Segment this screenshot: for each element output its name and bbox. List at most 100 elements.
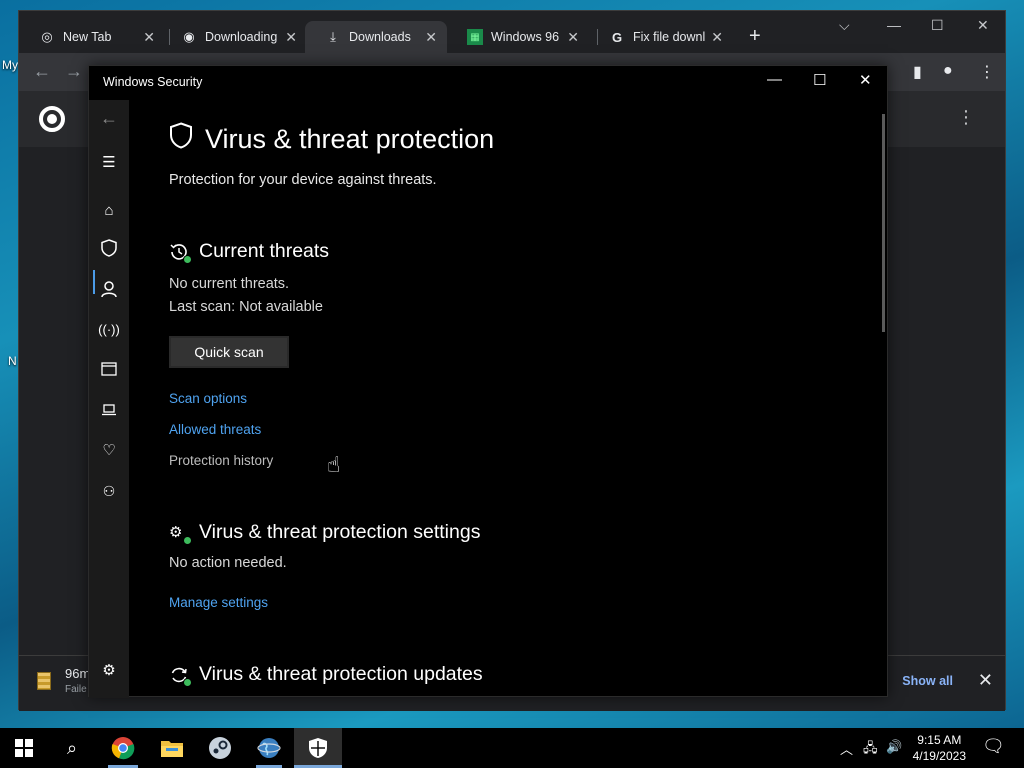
download-icon: ⤓ (330, 29, 336, 44)
desktop-icon-label-n[interactable]: N (8, 354, 17, 368)
show-hidden-icons-chevron-icon[interactable]: ︿ (840, 739, 853, 758)
navigation-sidebar: ← ☰ ⌂ ((·)) ♡ ⚇ ⚙ (89, 100, 129, 698)
tab-label: New Tab (63, 30, 112, 44)
tab-label: Fix file downlo (633, 30, 706, 44)
shield-icon (169, 122, 193, 156)
device-security-laptop-icon[interactable] (99, 400, 119, 420)
close-icon[interactable]: ✕ (859, 71, 872, 89)
ok-status-badge (183, 254, 192, 264)
tab-label: Windows 96 (491, 30, 560, 44)
windows96-icon: ▦ (467, 29, 483, 45)
scrollbar-thumb[interactable] (882, 114, 885, 332)
settings-gear-icon[interactable]: ⚙ (99, 660, 119, 680)
manage-settings-link[interactable]: Manage settings (169, 595, 268, 610)
taskbar: ⌕ ︿ 🖧 🔊 9:15 AM 4/19/2023 🗨 (0, 728, 1024, 768)
tab-downloads[interactable]: ⤓ Downloads ✕ (305, 21, 447, 53)
scan-options-link[interactable]: Scan options (169, 391, 247, 406)
last-scan-text: Last scan: Not available (169, 299, 323, 315)
volume-speaker-icon[interactable]: 🔊 (886, 739, 902, 755)
globe-app-icon[interactable] (256, 736, 282, 760)
system-clock[interactable]: 9:15 AM 4/19/2023 (913, 732, 966, 764)
settings-status-text: No action needed. (169, 555, 287, 571)
profile-icon[interactable]: ● (943, 62, 953, 80)
hand-pointer-cursor-icon: ☝ (327, 452, 341, 477)
chrome-taskbar-icon[interactable] (110, 736, 136, 760)
windows-start-icon[interactable] (11, 736, 37, 760)
back-arrow-icon[interactable]: ← (33, 61, 51, 82)
family-options-icon[interactable]: ⚇ (99, 481, 119, 501)
windows-security-window: Windows Security — ☐ ✕ ← ☰ ⌂ ((·)) ♡ ⚇ ⚙… (88, 65, 888, 698)
app-browser-control-icon[interactable] (99, 359, 119, 379)
ok-status-badge (183, 677, 192, 687)
maximize-icon[interactable]: ☐ (813, 71, 826, 89)
tab-windows96[interactable]: ▦ Windows 96 ✕ (447, 21, 589, 53)
heading-text: Virus & threat protection updates (199, 663, 483, 685)
new-tab-plus-icon[interactable]: + (749, 25, 761, 48)
history-clock-icon (169, 242, 192, 264)
steam-taskbar-icon[interactable] (207, 736, 233, 760)
hamburger-menu-icon[interactable]: ☰ (99, 152, 119, 172)
forward-arrow-icon[interactable]: → (65, 61, 83, 82)
page-title: Virus & threat protection (169, 122, 494, 156)
close-icon[interactable]: ✕ (977, 17, 989, 34)
health-heart-icon[interactable]: ♡ (99, 440, 119, 460)
show-all-link[interactable]: Show all (902, 674, 953, 688)
steam-icon: ◉ (183, 29, 195, 44)
tab-search-chevron-icon[interactable]: ⌵ (839, 17, 850, 34)
refresh-sync-icon (169, 665, 192, 687)
chrome-icon: ◎ (41, 29, 53, 44)
notification-center-icon[interactable]: 🗨 (982, 736, 1005, 757)
side-panel-icon[interactable]: ▮ (913, 62, 922, 82)
maximize-icon[interactable]: ☐ (931, 17, 944, 34)
download-item[interactable]: 96m Faile (37, 666, 90, 696)
current-threats-heading: Current threats (169, 240, 330, 264)
network-icon[interactable]: 🖧 (863, 739, 878, 761)
chrome-logo-icon (39, 106, 65, 132)
page-title-text: Virus & threat protection (205, 123, 495, 154)
download-filename: 96m (65, 666, 91, 681)
tab-close-icon[interactable]: ✕ (425, 29, 437, 46)
downloads-menu-kebab-icon[interactable]: ⋮ (957, 107, 975, 128)
ok-status-badge (183, 535, 192, 545)
threat-status-text: No current threats. (169, 276, 290, 292)
settings-gears-icon: ⚙ (169, 523, 192, 545)
page-description: Protection for your device against threa… (169, 172, 437, 188)
tab-label: Downloads (349, 30, 411, 44)
menu-kebab-icon[interactable]: ⋮ (979, 62, 995, 82)
active-indicator (93, 270, 95, 294)
shield-icon[interactable] (99, 238, 119, 258)
tab-downloading[interactable]: ◉ Downloading f ✕ (161, 21, 307, 53)
zip-file-icon (37, 671, 51, 690)
account-person-icon[interactable] (99, 279, 119, 299)
quick-scan-button[interactable]: Quick scan (169, 336, 289, 368)
back-arrow-icon[interactable]: ← (99, 108, 119, 128)
tab-close-icon[interactable]: ✕ (285, 29, 297, 46)
tab-close-icon[interactable]: ✕ (143, 29, 155, 46)
updates-heading: Virus & threat protection updates (169, 663, 483, 687)
minimize-icon[interactable]: — (767, 71, 782, 88)
tab-label: Downloading f (205, 30, 280, 44)
desktop-icon-label-my[interactable]: My (2, 58, 18, 72)
file-explorer-icon[interactable] (159, 736, 185, 760)
google-icon: G (611, 29, 623, 45)
main-content: Virus & threat protection Protection for… (169, 100, 869, 698)
minimize-icon[interactable]: — (887, 17, 901, 33)
clock-time: 9:15 AM (917, 733, 962, 747)
windows-security-shield-icon[interactable] (305, 736, 331, 760)
window-title: Windows Security (103, 75, 203, 89)
tab-fix-file[interactable]: G Fix file downlo ✕ (589, 21, 733, 53)
allowed-threats-link[interactable]: Allowed threats (169, 422, 261, 437)
heading-text: Current threats (199, 240, 330, 262)
tab-close-icon[interactable]: ✕ (711, 29, 723, 46)
home-icon[interactable]: ⌂ (99, 200, 119, 220)
tab-strip: ◎ New Tab ✕ ◉ Downloading f ✕ ⤓ Download… (19, 11, 1005, 53)
download-shelf-close-icon[interactable]: ✕ (978, 670, 993, 691)
heading-text: Virus & threat protection settings (199, 521, 481, 543)
wireless-network-icon[interactable]: ((·)) (98, 319, 120, 339)
settings-heading: ⚙ Virus & threat protection settings (169, 521, 481, 545)
clock-date: 4/19/2023 (912, 749, 966, 763)
search-icon[interactable]: ⌕ (59, 736, 85, 760)
tab-new-tab[interactable]: ◎ New Tab ✕ (19, 21, 165, 53)
protection-history-link[interactable]: Protection history (169, 453, 273, 468)
tab-close-icon[interactable]: ✕ (567, 29, 579, 46)
